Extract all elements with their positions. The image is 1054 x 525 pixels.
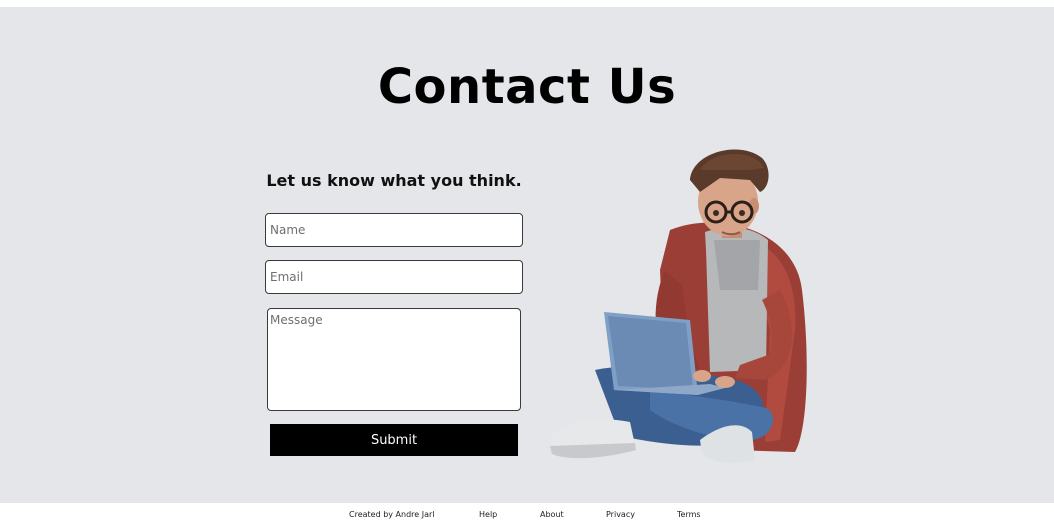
- footer-link-terms[interactable]: Terms: [677, 510, 701, 519]
- message-field[interactable]: [267, 308, 521, 411]
- top-strip: [0, 0, 1054, 7]
- submit-button[interactable]: Submit: [270, 424, 518, 456]
- form-subtitle: Let us know what you think.: [266, 171, 522, 190]
- contact-section: Contact Us Let us know what you think.: [0, 7, 1054, 503]
- email-field[interactable]: [265, 260, 523, 294]
- footer: Created by Andre Jarl Help About Privacy…: [0, 503, 1054, 525]
- footer-link-about[interactable]: About: [540, 510, 564, 519]
- page-title: Contact Us: [377, 59, 677, 115]
- name-field[interactable]: [265, 213, 523, 247]
- footer-link-help[interactable]: Help: [479, 510, 497, 519]
- footer-credit: Created by Andre Jarl: [349, 510, 435, 519]
- footer-link-privacy[interactable]: Privacy: [606, 510, 635, 519]
- student-with-laptop-illustration: [550, 149, 807, 463]
